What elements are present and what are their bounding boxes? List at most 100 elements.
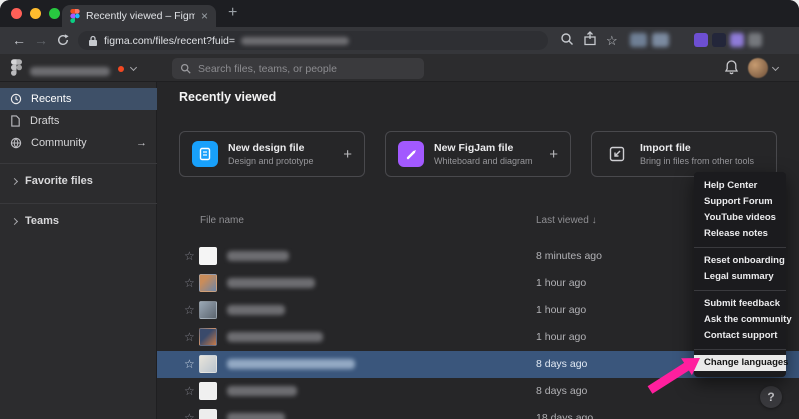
- favorite-star-icon[interactable]: ☆: [184, 351, 195, 378]
- card-title: New design file: [228, 142, 333, 154]
- chevron-right-icon: [11, 177, 18, 184]
- extension-icon[interactable]: [748, 33, 762, 47]
- extension-icon[interactable]: [712, 33, 726, 47]
- favorite-star-icon[interactable]: ☆: [184, 405, 195, 419]
- annotation-arrow: [644, 350, 704, 396]
- file-row[interactable]: ☆ 18 days ago: [157, 405, 799, 419]
- menu-divider: [694, 349, 786, 350]
- extension-icon[interactable]: [630, 33, 647, 47]
- menu-divider: [694, 290, 786, 291]
- help-button[interactable]: ?: [760, 386, 782, 408]
- extension-icon[interactable]: [730, 33, 744, 47]
- file-thumbnail: [199, 355, 217, 373]
- notification-dot: [118, 66, 124, 72]
- file-name-redacted: [227, 332, 323, 342]
- notifications-bell-icon[interactable]: [724, 59, 739, 76]
- card-subtitle: Design and prototype: [228, 156, 333, 166]
- menu-item-contact-support[interactable]: Contact support: [694, 328, 786, 344]
- favorite-star-icon[interactable]: ☆: [184, 297, 195, 324]
- menu-item-release-notes[interactable]: Release notes: [694, 226, 786, 242]
- favorite-star-icon[interactable]: ☆: [184, 243, 195, 270]
- favorite-star-icon[interactable]: ☆: [184, 324, 195, 351]
- sidebar-item-drafts[interactable]: Drafts: [0, 110, 157, 132]
- search-input[interactable]: [198, 58, 418, 79]
- favorite-star-icon[interactable]: ☆: [184, 270, 195, 297]
- user-avatar[interactable]: [748, 58, 768, 78]
- new-figjam-file-card[interactable]: New FigJam file Whiteboard and diagram +: [385, 131, 571, 177]
- favorite-star-icon[interactable]: ☆: [184, 378, 195, 405]
- sidebar-item-recents[interactable]: Recents: [0, 88, 157, 110]
- traffic-lights: [11, 8, 60, 19]
- close-tab-icon[interactable]: ×: [201, 10, 208, 22]
- file-icon: [10, 115, 21, 127]
- menu-item-youtube-videos[interactable]: YouTube videos: [694, 210, 786, 226]
- column-header-file-name[interactable]: File name: [200, 215, 244, 226]
- address-bar[interactable]: figma.com/files/recent?fuid=: [78, 31, 548, 50]
- card-subtitle: Bring in files from other tools: [640, 156, 754, 166]
- file-name-redacted: [227, 251, 289, 261]
- file-name-redacted: [227, 305, 285, 315]
- sidebar-divider: [0, 203, 157, 204]
- maximize-window-button[interactable]: [49, 8, 60, 19]
- menu-item-submit-feedback[interactable]: Submit feedback: [694, 296, 786, 312]
- last-viewed-time: 8 minutes ago: [536, 243, 602, 270]
- menu-item-help-center[interactable]: Help Center: [694, 178, 786, 194]
- menu-item-support-forum[interactable]: Support Forum: [694, 194, 786, 210]
- sort-down-icon: ↓: [592, 215, 597, 226]
- last-viewed-time: 1 hour ago: [536, 324, 586, 351]
- minimize-window-button[interactable]: [30, 8, 41, 19]
- sidebar-item-label: Drafts: [30, 115, 59, 127]
- design-file-icon: [192, 141, 218, 167]
- menu-item-change-languages[interactable]: Change languages: [694, 355, 786, 371]
- column-header-last-viewed[interactable]: Last viewed ↓: [536, 215, 597, 226]
- import-file-card[interactable]: Import file Bring in files from other to…: [591, 131, 777, 177]
- share-icon[interactable]: [583, 31, 597, 46]
- account-name-redacted: [30, 67, 110, 76]
- url-redacted-segment: [241, 37, 349, 45]
- chevron-right-icon: [11, 217, 18, 224]
- file-name-redacted: [227, 359, 355, 369]
- sidebar-section-teams[interactable]: Teams: [0, 210, 157, 232]
- figjam-file-icon: [398, 141, 424, 167]
- page-title: Recently viewed: [179, 90, 276, 104]
- lock-icon: [88, 35, 98, 47]
- url-text: figma.com/files/recent?fuid=: [104, 35, 235, 47]
- plus-icon[interactable]: +: [549, 146, 558, 163]
- card-title: Import file: [640, 142, 754, 154]
- menu-item-legal-summary[interactable]: Legal summary: [694, 269, 786, 285]
- file-thumbnail: [199, 409, 217, 419]
- import-file-icon: [604, 141, 630, 167]
- extension-icon[interactable]: [694, 33, 708, 47]
- reload-button[interactable]: [56, 33, 70, 47]
- file-thumbnail: [199, 328, 217, 346]
- last-viewed-time: 8 days ago: [536, 351, 587, 378]
- plus-icon[interactable]: +: [343, 146, 352, 163]
- menu-item-reset-onboarding[interactable]: Reset onboarding: [694, 253, 786, 269]
- file-thumbnail: [199, 301, 217, 319]
- sidebar-section-favorite-files[interactable]: Favorite files: [0, 170, 157, 192]
- sidebar-section-label: Teams: [25, 215, 59, 227]
- file-name-redacted: [227, 278, 315, 288]
- last-viewed-time: 8 days ago: [536, 378, 587, 405]
- sidebar-item-community[interactable]: Community →: [0, 132, 157, 154]
- new-tab-button[interactable]: +: [228, 4, 237, 22]
- search-icon: [180, 63, 191, 74]
- search-toolbar-icon[interactable]: [560, 32, 574, 46]
- back-button[interactable]: ←: [12, 30, 26, 50]
- browser-tab[interactable]: Recently viewed – Figma ×: [62, 5, 216, 27]
- bookmark-star-icon[interactable]: ☆: [606, 31, 618, 51]
- figma-favicon: [70, 9, 80, 23]
- sidebar-divider: [0, 163, 157, 164]
- account-switcher[interactable]: [30, 63, 110, 81]
- search-bar[interactable]: [172, 58, 424, 79]
- new-design-file-card[interactable]: New design file Design and prototype +: [179, 131, 365, 177]
- sidebar-item-label: Recents: [31, 93, 71, 105]
- arrow-right-icon: →: [136, 137, 147, 149]
- sidebar-section-label: Favorite files: [25, 175, 93, 187]
- tab-title: Recently viewed – Figma: [86, 10, 195, 22]
- forward-button[interactable]: →: [34, 30, 48, 50]
- extension-icon[interactable]: [652, 33, 669, 47]
- close-window-button[interactable]: [11, 8, 22, 19]
- file-thumbnail: [199, 274, 217, 292]
- menu-item-ask-the-community[interactable]: Ask the community: [694, 312, 786, 328]
